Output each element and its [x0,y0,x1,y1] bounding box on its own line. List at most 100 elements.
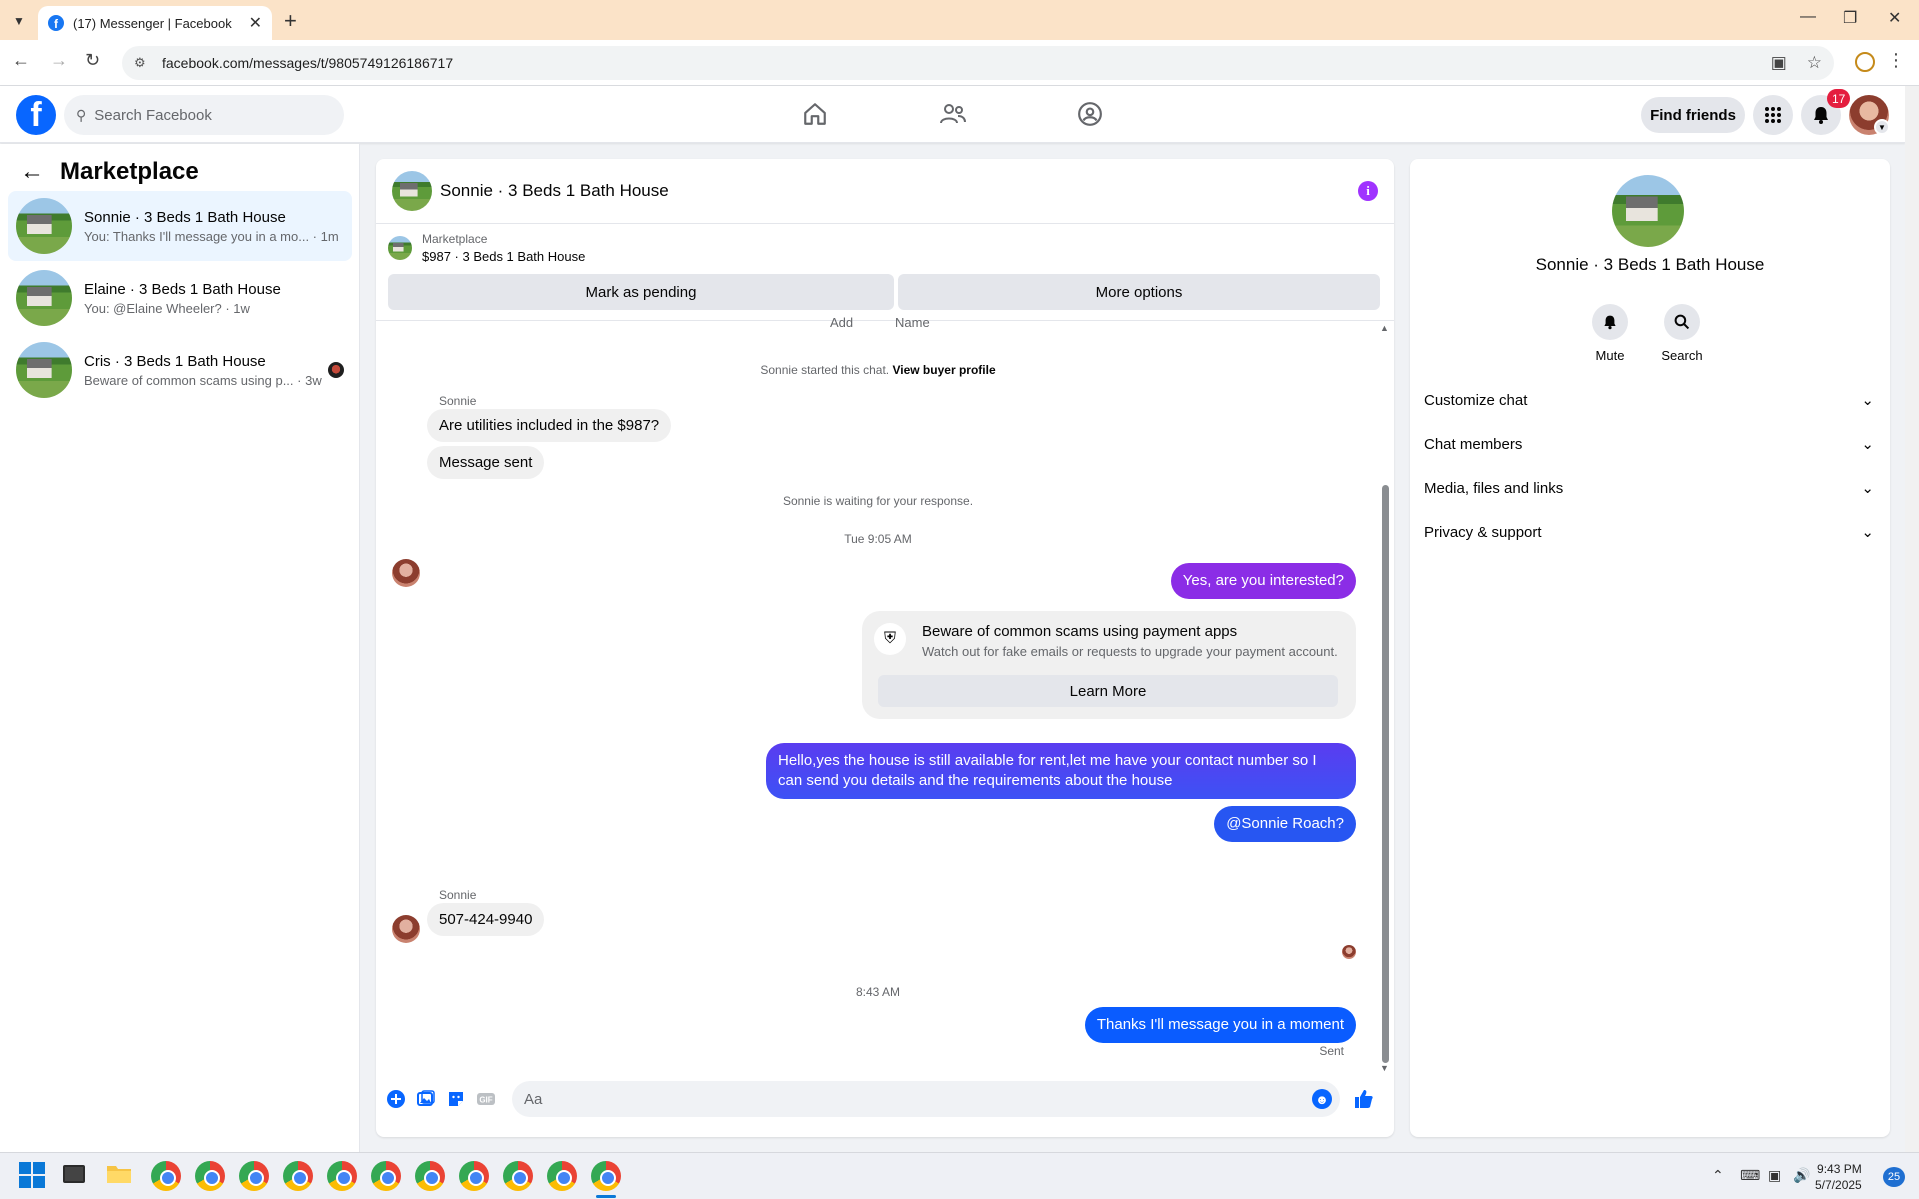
file-explorer-icon[interactable] [105,1161,135,1191]
conversation-preview: You: Thanks I'll message you in a mo... … [84,228,339,244]
taskbar-clock[interactable]: 9:43 PM 5/7/2025 [1815,1161,1862,1193]
terminal-app-icon[interactable] [61,1161,91,1191]
install-app-icon[interactable]: ▣ [1771,53,1787,73]
message-input-placeholder: Aa [524,1090,543,1108]
shield-icon: ⛨ [874,623,906,655]
window-close-icon[interactable]: ✕ [1888,8,1901,28]
sender-avatar[interactable] [392,559,420,587]
groups-icon[interactable] [1072,96,1108,132]
incoming-message[interactable]: 507-424-9940 [427,903,545,936]
restore-icon[interactable]: ❐ [1843,8,1857,28]
outgoing-message[interactable]: @Sonnie Roach? [1214,806,1356,842]
friends-icon[interactable] [935,96,971,132]
search-label: Search [1661,348,1703,363]
view-buyer-profile-link[interactable]: View buyer profile [892,363,995,377]
browser-profile-icon[interactable] [1855,52,1875,72]
chrome-profile-icon[interactable] [371,1161,401,1191]
back-arrow-icon[interactable]: ← [20,158,44,186]
privacy-support-section[interactable]: Privacy & support ⌄ [1424,512,1884,552]
account-chevron-icon[interactable]: ▼ [1874,119,1890,135]
customize-chat-section[interactable]: Customize chat ⌄ [1424,380,1884,420]
chrome-profile-icon[interactable] [503,1161,533,1191]
chat-started-text: Sonnie started this chat. [760,363,890,377]
chrome-profile-icon[interactable] [327,1161,357,1191]
marketplace-listing-bar: Marketplace $987 · 3 Beds 1 Bath House M… [376,224,1394,321]
new-tab-icon[interactable]: + [284,8,297,34]
listing-profile-photo[interactable] [1612,175,1684,247]
attach-photo-icon[interactable] [414,1087,438,1111]
notification-center-badge[interactable]: 25 [1883,1167,1905,1187]
tab-search-chevron-icon[interactable]: ▼ [8,10,30,32]
outgoing-message[interactable]: Hello,yes the house is still available f… [766,743,1356,799]
conversation-item-elaine[interactable]: Elaine · 3 Beds 1 Bath House You: @Elain… [8,263,352,333]
chrome-profile-icon[interactable] [547,1161,577,1191]
mute-button[interactable]: Mute [1580,304,1640,363]
conversation-item-cris[interactable]: Cris · 3 Beds 1 Bath House Beware of com… [8,335,352,405]
chrome-profile-icon[interactable] [459,1161,489,1191]
waiting-notice: Sonnie is waiting for your response. [782,494,974,508]
mute-label: Mute [1595,348,1625,363]
add-actions-icon[interactable] [384,1087,408,1111]
clipped-add-label: Add [830,315,854,330]
browser-menu-icon[interactable]: ⋮ [1887,50,1905,71]
clipped-name-label: Name [895,315,930,330]
forward-icon[interactable]: → [50,50,68,71]
emoji-icon[interactable]: ☻ [1312,1089,1332,1109]
sticker-icon[interactable] [444,1087,468,1111]
tab-close-icon[interactable]: ✕ [249,13,262,33]
chrome-profile-icon[interactable] [151,1161,181,1191]
chrome-profile-icon[interactable] [283,1161,313,1191]
find-friends-button[interactable]: Find friends [1641,97,1745,133]
network-icon[interactable]: ▣ [1768,1167,1781,1184]
scroll-up-icon[interactable]: ▲ [1380,323,1389,333]
site-info-icon[interactable]: ⚙ [134,55,150,71]
minimize-icon[interactable]: — [1800,8,1816,26]
more-options-button[interactable]: More options [898,274,1380,310]
back-icon[interactable]: ← [12,50,30,71]
facebook-logo-icon[interactable]: f [16,95,56,135]
search-in-chat-button[interactable]: Search [1652,304,1712,363]
reload-icon[interactable]: ↻ [85,50,100,71]
learn-more-button[interactable]: Learn More [878,675,1338,707]
active-app-indicator [596,1195,616,1198]
info-icon[interactable]: i [1358,181,1378,201]
bookmark-star-icon[interactable]: ☆ [1807,53,1822,73]
tray-overflow-icon[interactable]: ⌃ [1712,1167,1724,1184]
keyboard-icon[interactable]: ⌨ [1740,1167,1760,1184]
message-composer: GIF Aa ☻ [376,1071,1394,1127]
chrome-profile-icon[interactable] [195,1161,225,1191]
message-input[interactable]: Aa ☻ [512,1081,1340,1117]
conversation-item-sonnie[interactable]: Sonnie · 3 Beds 1 Bath House You: Thanks… [8,191,352,261]
home-icon[interactable] [797,96,833,132]
chat-title[interactable]: Sonnie · 3 Beds 1 Bath House [440,181,1358,201]
conversation-name: Sonnie · 3 Beds 1 Bath House [84,208,286,226]
chat-scrollbar[interactable]: ▲ ▼ [1380,323,1390,1073]
mark-as-pending-button[interactable]: Mark as pending [388,274,894,310]
chrome-profile-icon[interactable] [239,1161,269,1191]
menu-grid-icon[interactable] [1753,95,1793,135]
chrome-profile-icon[interactable] [415,1161,445,1191]
listing-thumbnail [16,198,72,254]
outgoing-message[interactable]: Yes, are you interested? [1170,563,1356,599]
incoming-message[interactable]: Are utilities included in the $987? [427,409,672,442]
facebook-favicon-icon: f [48,15,64,31]
scroll-thumb[interactable] [1382,485,1389,1063]
chrome-active-icon[interactable] [591,1161,621,1191]
windows-start-icon[interactable] [18,1161,48,1191]
incoming-message[interactable]: Message sent [427,446,545,479]
browser-tab[interactable]: f (17) Messenger | Facebook ✕ [38,6,272,40]
chat-listing-thumbnail[interactable] [392,171,432,211]
thumbs-up-icon[interactable] [1352,1087,1376,1111]
page-scrollbar[interactable] [1905,86,1919,1152]
chat-members-section[interactable]: Chat members ⌄ [1424,424,1884,464]
media-files-links-section[interactable]: Media, files and links ⌄ [1424,468,1884,508]
facebook-search-input[interactable]: ⚲ Search Facebook [64,95,344,135]
timestamp: 8:43 AM [855,985,901,999]
sender-avatar[interactable] [392,915,420,943]
message-list: Add Name Sonnie started this chat. View … [376,315,1380,1061]
url-field[interactable]: ⚙ facebook.com/messages/t/98057491261867… [122,46,1834,80]
gif-icon[interactable]: GIF [474,1087,498,1111]
listing-info[interactable]: Marketplace $987 · 3 Beds 1 Bath House [388,232,585,264]
volume-icon[interactable]: 🔊 [1793,1167,1810,1184]
outgoing-message[interactable]: Thanks I'll message you in a moment [1084,1007,1356,1043]
